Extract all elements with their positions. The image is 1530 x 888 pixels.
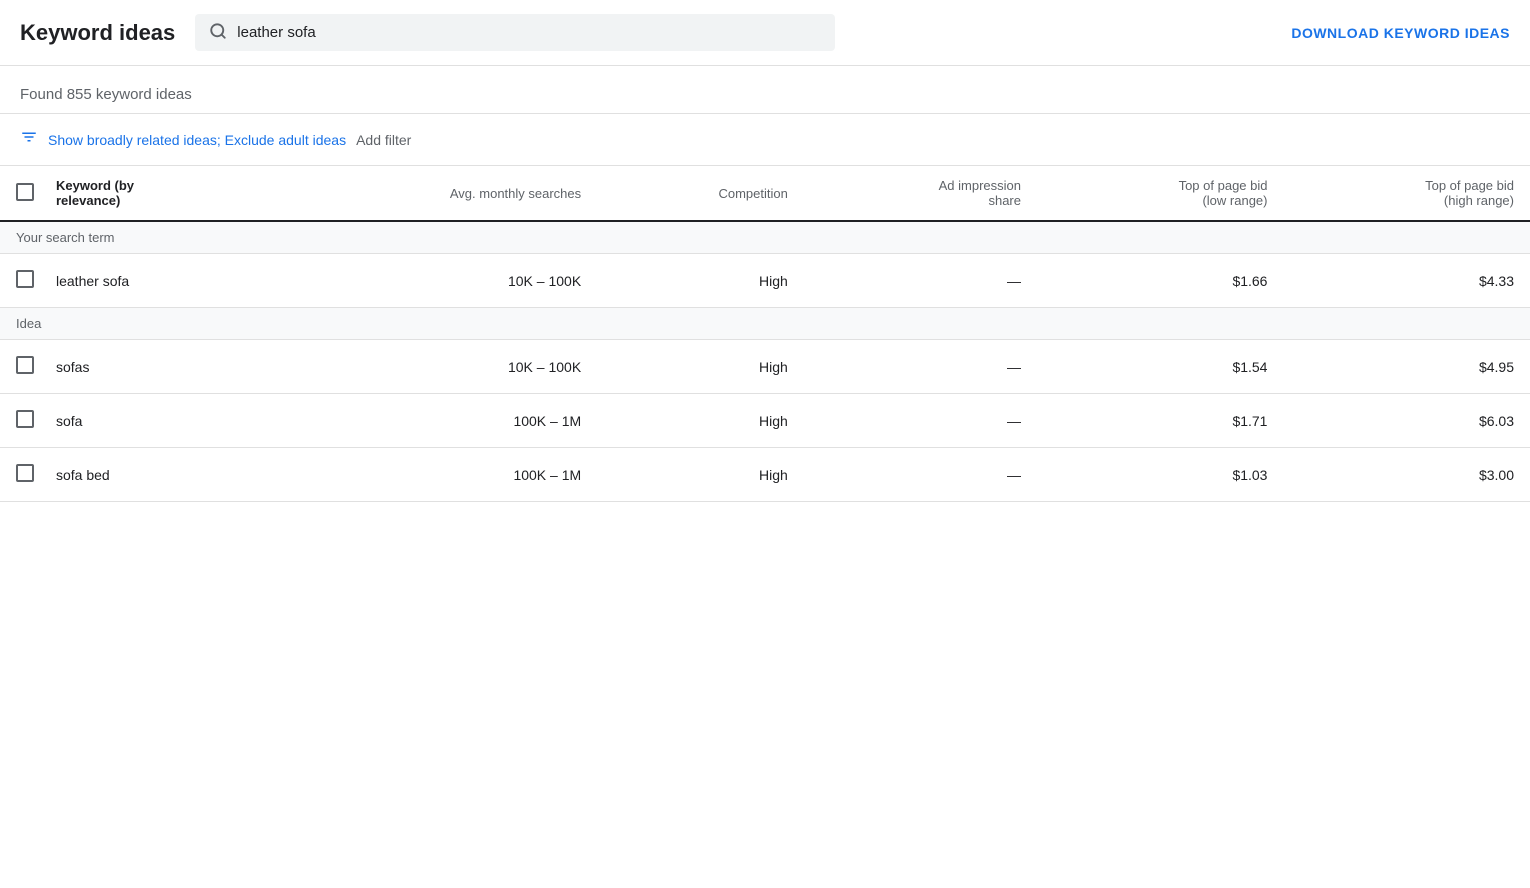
- avg-monthly-cell: 10K – 100K: [264, 340, 597, 394]
- row-checkbox-cell[interactable]: [0, 394, 40, 448]
- select-all-checkbox[interactable]: [16, 183, 34, 201]
- header-checkbox-cell[interactable]: [0, 166, 40, 221]
- table-row: sofas10K – 100KHigh—$1.54$4.95: [0, 340, 1530, 394]
- table-header-row: Keyword (byrelevance) Avg. monthly searc…: [0, 166, 1530, 221]
- bid-low-cell: $1.54: [1037, 340, 1283, 394]
- avg-monthly-cell: 100K – 1M: [264, 448, 597, 502]
- avg-monthly-cell: 100K – 1M: [264, 394, 597, 448]
- keyword-cell: sofa bed: [40, 448, 264, 502]
- row-checkbox[interactable]: [16, 356, 34, 374]
- competition-cell: High: [597, 254, 804, 308]
- header-competition: Competition: [597, 166, 804, 221]
- ad-impression-cell: —: [804, 340, 1037, 394]
- header-ad-impression: Ad impressionshare: [804, 166, 1037, 221]
- page-title: Keyword ideas: [20, 20, 175, 46]
- row-checkbox[interactable]: [16, 464, 34, 482]
- ad-impression-cell: —: [804, 394, 1037, 448]
- keyword-cell: sofas: [40, 340, 264, 394]
- section-row: Idea: [0, 308, 1530, 340]
- add-filter[interactable]: Add filter: [356, 132, 411, 148]
- filter-bar: Show broadly related ideas; Exclude adul…: [0, 114, 1530, 166]
- row-checkbox[interactable]: [16, 270, 34, 288]
- bid-high-cell: $4.33: [1283, 254, 1530, 308]
- competition-cell: High: [597, 340, 804, 394]
- header-bid-high: Top of page bid(high range): [1283, 166, 1530, 221]
- download-keyword-ideas-button[interactable]: DOWNLOAD KEYWORD IDEAS: [1291, 25, 1510, 41]
- header-avg-monthly: Avg. monthly searches: [264, 166, 597, 221]
- filter-icon: [20, 128, 38, 151]
- header-bid-low: Top of page bid(low range): [1037, 166, 1283, 221]
- avg-monthly-cell: 10K – 100K: [264, 254, 597, 308]
- found-count: Found 855 keyword ideas: [0, 66, 1530, 114]
- table-row: sofa bed100K – 1MHigh—$1.03$3.00: [0, 448, 1530, 502]
- keyword-table-container: Keyword (byrelevance) Avg. monthly searc…: [0, 166, 1530, 502]
- search-icon: [209, 22, 227, 43]
- filter-links[interactable]: Show broadly related ideas; Exclude adul…: [48, 132, 346, 148]
- bid-low-cell: $1.66: [1037, 254, 1283, 308]
- bid-high-cell: $6.03: [1283, 394, 1530, 448]
- competition-cell: High: [597, 394, 804, 448]
- bid-low-cell: $1.71: [1037, 394, 1283, 448]
- bid-high-cell: $4.95: [1283, 340, 1530, 394]
- search-bar[interactable]: [195, 14, 835, 51]
- section-row: Your search term: [0, 221, 1530, 254]
- keyword-cell: leather sofa: [40, 254, 264, 308]
- search-input[interactable]: [237, 24, 821, 41]
- header: Keyword ideas DOWNLOAD KEYWORD IDEAS: [0, 0, 1530, 66]
- bid-low-cell: $1.03: [1037, 448, 1283, 502]
- row-checkbox-cell[interactable]: [0, 448, 40, 502]
- ad-impression-cell: —: [804, 448, 1037, 502]
- keyword-table: Keyword (byrelevance) Avg. monthly searc…: [0, 166, 1530, 502]
- row-checkbox-cell[interactable]: [0, 254, 40, 308]
- bid-high-cell: $3.00: [1283, 448, 1530, 502]
- table-row: sofa100K – 1MHigh—$1.71$6.03: [0, 394, 1530, 448]
- row-checkbox-cell[interactable]: [0, 340, 40, 394]
- table-row: leather sofa10K – 100KHigh—$1.66$4.33: [0, 254, 1530, 308]
- ad-impression-cell: —: [804, 254, 1037, 308]
- row-checkbox[interactable]: [16, 410, 34, 428]
- header-keyword: Keyword (byrelevance): [40, 166, 264, 221]
- keyword-cell: sofa: [40, 394, 264, 448]
- competition-cell: High: [597, 448, 804, 502]
